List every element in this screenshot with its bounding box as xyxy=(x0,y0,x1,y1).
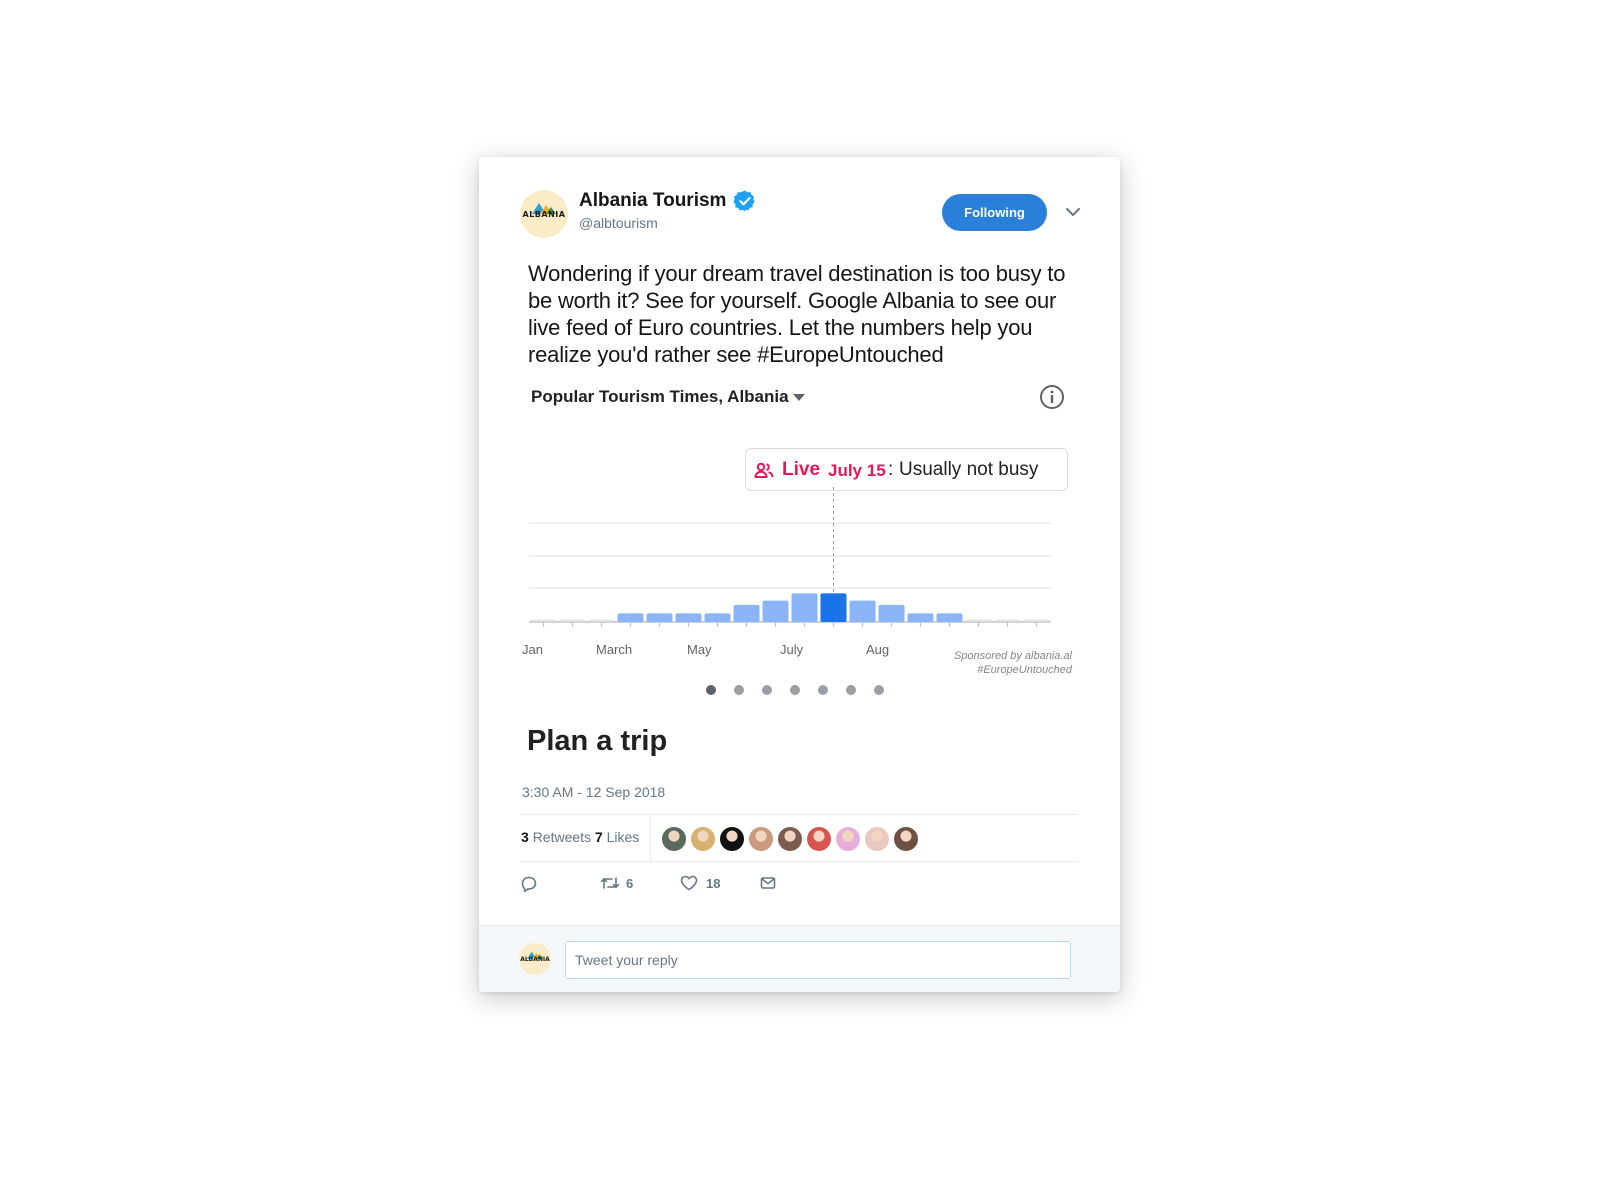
sponsored-note: Sponsored by albania.al #EuropeUntouched xyxy=(954,649,1072,677)
retweet-icon xyxy=(600,877,620,889)
liker-avatar[interactable] xyxy=(807,827,831,851)
chart-bar[interactable] xyxy=(675,613,702,622)
envelope-icon xyxy=(760,877,776,889)
carousel-dot[interactable] xyxy=(846,685,856,695)
liker-avatar[interactable] xyxy=(865,827,889,851)
chart-bar[interactable] xyxy=(965,619,992,622)
sponsored-line: Sponsored by albania.al xyxy=(953,650,1072,662)
liker-avatar[interactable] xyxy=(691,827,715,851)
live-label: Live xyxy=(782,459,821,480)
month-label: July xyxy=(780,642,804,657)
people-icon xyxy=(754,462,774,478)
liker-avatar[interactable] xyxy=(836,827,860,851)
reply-button[interactable] xyxy=(520,872,560,894)
following-button[interactable]: Following xyxy=(942,194,1047,231)
retweets-count[interactable]: 3 xyxy=(521,829,529,845)
live-status-callout: Live July 15 : Usually not busy xyxy=(745,448,1068,491)
carousel-dot[interactable] xyxy=(874,685,884,695)
chart-bar[interactable] xyxy=(530,619,557,622)
chart-bar[interactable] xyxy=(646,613,673,622)
chart-bar-highlight[interactable] xyxy=(820,593,847,622)
live-date: July 15 xyxy=(828,461,886,480)
stats-text: 3 Retweets 7 Likes xyxy=(521,829,639,845)
liker-avatar[interactable] xyxy=(662,827,686,851)
avatar-logo-text: ALBANIA xyxy=(522,210,566,219)
chart-bar[interactable] xyxy=(617,613,644,622)
dropdown-triangle-icon[interactable] xyxy=(791,391,807,403)
live-status: Usually not busy xyxy=(899,459,1039,480)
likes-label[interactable]: Likes xyxy=(607,829,640,845)
chart-bar[interactable] xyxy=(878,604,905,622)
tweet-text: Wondering if your dream travel destinati… xyxy=(528,261,1066,367)
chart-bar[interactable] xyxy=(791,593,818,622)
reply-avatar: ALBANIA xyxy=(519,943,551,975)
month-label: Aug xyxy=(866,642,890,657)
month-label: May xyxy=(687,642,712,657)
info-icon[interactable] xyxy=(1039,384,1065,410)
retweet-count: 6 xyxy=(626,876,634,891)
heart-icon xyxy=(680,875,698,891)
chart-bar[interactable] xyxy=(733,604,760,622)
stats-divider xyxy=(650,815,651,862)
chart-bar[interactable] xyxy=(559,619,586,622)
reply-area: ALBANIA xyxy=(479,925,1120,992)
popular-times-chart xyxy=(529,487,1051,627)
chart-bar[interactable] xyxy=(1023,619,1050,622)
chart-bar[interactable] xyxy=(704,613,731,622)
chart-bar[interactable] xyxy=(994,619,1021,622)
carousel-dot[interactable] xyxy=(706,685,716,695)
reply-input[interactable] xyxy=(565,941,1071,979)
carousel-dot[interactable] xyxy=(790,685,800,695)
plan-trip-heading[interactable]: Plan a trip xyxy=(527,725,667,758)
chart-bar[interactable] xyxy=(588,619,615,622)
like-button[interactable]: 18 xyxy=(680,872,730,894)
embed-title[interactable]: Popular Tourism Times, Albania xyxy=(531,387,789,407)
liker-avatar[interactable] xyxy=(894,827,918,851)
engagement-stats: 3 Retweets 7 Likes xyxy=(520,814,1078,862)
chevron-down-icon[interactable] xyxy=(1063,202,1083,222)
reply-avatar-logo-text: ALBANIA xyxy=(520,956,550,963)
verified-badge-icon xyxy=(733,190,755,212)
retweet-button[interactable]: 6 xyxy=(600,872,650,894)
carousel-dots xyxy=(706,682,902,695)
like-count: 18 xyxy=(706,876,721,891)
carousel-dot[interactable] xyxy=(818,685,828,695)
liker-avatar[interactable] xyxy=(720,827,744,851)
liker-avatars xyxy=(662,827,923,851)
carousel-dot[interactable] xyxy=(762,685,772,695)
tweet-card: ALBANIA Albania Tourism @albtourism Foll… xyxy=(479,157,1120,992)
account-name[interactable]: Albania Tourism xyxy=(579,190,726,212)
reply-icon xyxy=(521,876,537,893)
liker-avatar[interactable] xyxy=(749,827,773,851)
chart-bar[interactable] xyxy=(849,600,876,622)
chart-bar[interactable] xyxy=(907,613,934,622)
direct-message-button[interactable] xyxy=(760,872,784,894)
retweets-label[interactable]: Retweets xyxy=(533,829,591,845)
month-label: Jan xyxy=(522,642,543,657)
avatar[interactable]: ALBANIA xyxy=(520,190,568,238)
tweet-timestamp[interactable]: 3:30 AM - 12 Sep 2018 xyxy=(522,784,665,800)
chart-bar[interactable] xyxy=(762,600,789,622)
likes-count[interactable]: 7 xyxy=(595,829,603,845)
live-colon: : xyxy=(888,459,894,480)
account-handle[interactable]: @albtourism xyxy=(579,215,658,231)
sponsored-hashtag: #EuropeUntouched xyxy=(977,664,1072,676)
chart-bar[interactable] xyxy=(936,613,963,622)
liker-avatar[interactable] xyxy=(778,827,802,851)
month-label: March xyxy=(596,642,633,657)
carousel-dot[interactable] xyxy=(734,685,744,695)
